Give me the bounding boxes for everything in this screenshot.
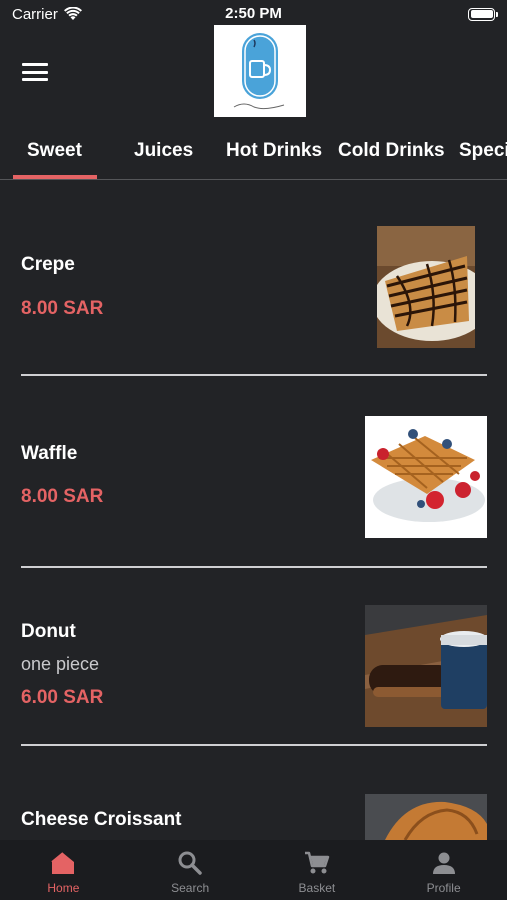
crepe-image	[377, 226, 475, 348]
item-name: Crepe	[21, 254, 75, 275]
home-icon	[51, 852, 75, 874]
list-item[interactable]: Donut one piece 6.00 SAR	[0, 568, 507, 756]
cart-icon	[304, 851, 330, 874]
nav-search[interactable]: Search	[127, 840, 254, 900]
list-item[interactable]: Waffle 8.00 SAR	[0, 378, 507, 568]
nav-home[interactable]: Home	[0, 840, 127, 900]
donut-image	[365, 605, 487, 727]
category-tabs: Sweet Juices Hot Drinks Cold Drinks Spec…	[0, 130, 507, 180]
nav-label: Profile	[426, 881, 461, 895]
item-price: 8.00 SAR	[21, 486, 104, 507]
active-tab-indicator	[13, 175, 97, 179]
item-price: 8.00 SAR	[21, 298, 104, 319]
waffle-image	[365, 416, 487, 538]
tab-hot-drinks[interactable]: Hot Drinks	[226, 140, 322, 180]
search-icon	[178, 851, 202, 875]
person-icon	[432, 852, 455, 874]
nav-basket[interactable]: Basket	[254, 840, 381, 900]
tab-cold-drinks[interactable]: Cold Drinks	[338, 140, 445, 180]
logo	[214, 25, 306, 117]
tab-sweet[interactable]: Sweet	[27, 140, 82, 180]
divider	[21, 744, 487, 746]
croissant-image	[365, 794, 487, 840]
bottom-navigation: Home Search Basket Profile	[0, 840, 507, 900]
nav-label: Basket	[298, 881, 336, 895]
item-name: Waffle	[21, 443, 78, 464]
item-price: 6.00 SAR	[21, 687, 104, 708]
nav-profile[interactable]: Profile	[380, 840, 507, 900]
nav-label: Home	[47, 881, 80, 895]
menu-icon[interactable]	[22, 63, 48, 81]
app-header	[0, 25, 507, 120]
item-name: Donut	[21, 621, 76, 642]
item-description: one piece	[21, 654, 100, 674]
nav-label: Search	[171, 881, 210, 895]
status-bar: Carrier 2:50 PM	[0, 0, 507, 28]
logo-emblem-icon	[233, 33, 285, 110]
battery-icon	[468, 7, 498, 21]
tab-specials[interactable]: Speci	[459, 140, 507, 180]
list-item[interactable]: Crepe 8.00 SAR	[0, 180, 507, 378]
tab-juices[interactable]: Juices	[134, 140, 193, 180]
item-name: Cheese Croissant	[21, 809, 182, 830]
clock: 2:50 PM	[225, 5, 282, 22]
divider	[21, 374, 487, 376]
